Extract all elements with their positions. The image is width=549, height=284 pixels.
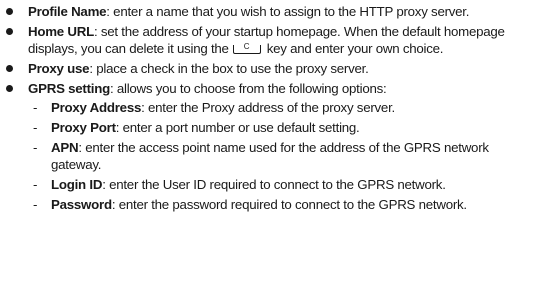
dash-marker: - [33, 177, 38, 192]
sub-item-proxy-address: - Proxy Address: enter the Proxy address… [28, 99, 541, 116]
bullet-icon [6, 85, 13, 92]
gprs-options-list: - Proxy Address: enter the Proxy address… [28, 99, 541, 213]
list-item-proxy-use: Proxy use: place a check in the box to u… [0, 60, 549, 77]
description-login-id: : enter the User ID required to connect … [102, 177, 446, 192]
term-apn: APN [51, 140, 79, 155]
clear-key-label: C [243, 42, 250, 51]
dash-marker: - [33, 120, 38, 135]
bullet-icon [6, 28, 13, 35]
term-proxy-address: Proxy Address [51, 100, 142, 115]
dash-marker: - [33, 197, 38, 212]
term-home-url: Home URL [28, 24, 94, 39]
clear-key-icon: C [232, 42, 261, 54]
sub-item-login-id: - Login ID: enter the User ID required t… [28, 176, 541, 193]
term-password: Password [51, 197, 112, 212]
bullet-icon [6, 8, 13, 15]
sub-item-proxy-port: - Proxy Port: enter a port number or use… [28, 119, 541, 136]
sub-item-apn: - APN: enter the access point name used … [28, 139, 541, 173]
list-item-gprs-setting: GPRS setting: allows you to choose from … [0, 80, 549, 213]
description-proxy-address: : enter the Proxy address of the proxy s… [141, 100, 395, 115]
sub-item-password: - Password: enter the password required … [28, 196, 541, 213]
description-proxy-use: : place a check in the box to use the pr… [89, 61, 369, 76]
bullet-icon [6, 65, 13, 72]
term-profile-name: Profile Name [28, 4, 107, 19]
description-apn: : enter the access point name used for t… [51, 140, 489, 172]
list-item-home-url: Home URL: set the address of your startu… [0, 23, 549, 57]
description-gprs-setting: : allows you to choose from the followin… [109, 81, 387, 96]
term-proxy-use: Proxy use [28, 61, 90, 76]
dash-marker: - [33, 100, 38, 115]
list-item-profile-name: Profile Name: enter a name that you wish… [0, 3, 549, 20]
term-gprs-setting: GPRS setting [28, 81, 110, 96]
description-home-url-end: key and enter your own choice. [266, 41, 444, 56]
term-login-id: Login ID [51, 177, 103, 192]
dash-marker: - [33, 140, 38, 155]
term-proxy-port: Proxy Port [51, 120, 116, 135]
description-proxy-port: : enter a port number or use default set… [115, 120, 360, 135]
description-profile-name: : enter a name that you wish to assign t… [106, 4, 470, 19]
manual-page: Profile Name: enter a name that you wish… [0, 0, 549, 284]
description-password: : enter the password required to connect… [111, 197, 467, 212]
